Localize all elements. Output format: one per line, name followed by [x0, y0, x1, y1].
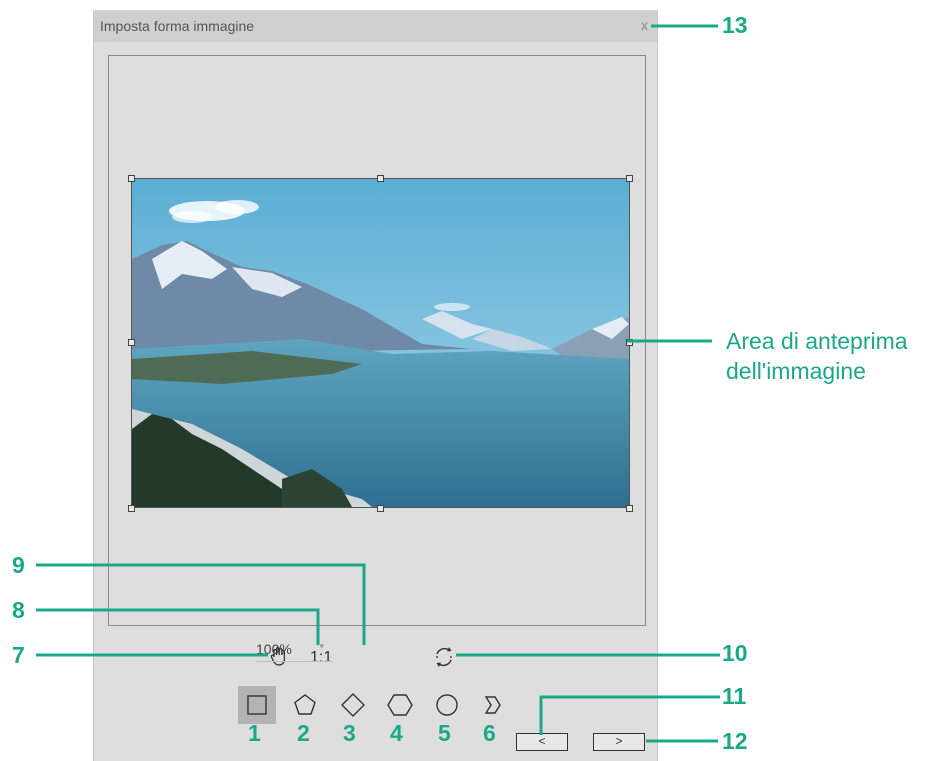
- callout-number-6: 6: [483, 720, 496, 746]
- shape-pentagon-button[interactable]: [286, 686, 324, 724]
- resize-handle-right[interactable]: [626, 339, 633, 346]
- callout-preview-area-line1: Area di anteprima: [726, 328, 908, 354]
- callout-preview-area-line2: dell'immagine: [726, 358, 866, 384]
- zoom-select[interactable]: 100% ▾: [256, 639, 332, 662]
- resize-handle-bottom-right[interactable]: [626, 505, 633, 512]
- shape-diamond-button[interactable]: [334, 686, 372, 724]
- hexagon-shape-icon: [387, 694, 413, 716]
- next-button[interactable]: >: [593, 733, 645, 751]
- diamond-shape-icon: [341, 693, 365, 717]
- resize-handle-top-right[interactable]: [626, 175, 633, 182]
- image-preview-area: [108, 55, 646, 626]
- chevron-shape-icon: [484, 696, 501, 714]
- callout-number-4: 4: [390, 720, 403, 746]
- dialog-title: Imposta forma immagine: [100, 18, 255, 34]
- dialog-titlebar[interactable]: Imposta forma immagine x: [94, 10, 657, 42]
- zoom-dropdown-icon: ▾: [319, 641, 324, 651]
- resize-handle-left[interactable]: [128, 339, 135, 346]
- preview-image[interactable]: [131, 178, 630, 508]
- resize-handle-top[interactable]: [377, 175, 384, 182]
- resize-handle-bottom-left[interactable]: [128, 505, 135, 512]
- resize-handle-bottom[interactable]: [377, 505, 384, 512]
- callout-number-8: 8: [12, 597, 25, 623]
- shape-hexagon-button[interactable]: [381, 686, 419, 724]
- callout-number-2: 2: [297, 720, 310, 746]
- landscape-image: [132, 179, 629, 507]
- image-shape-dialog: Imposta forma immagine x: [93, 10, 658, 761]
- rectangle-shape-icon: [247, 695, 267, 715]
- circle-shape-icon: [436, 694, 458, 716]
- callout-number-12: 12: [722, 728, 748, 754]
- callout-number-7: 7: [12, 642, 25, 668]
- callout-number-5: 5: [438, 720, 451, 746]
- close-button[interactable]: x: [641, 17, 648, 33]
- shape-circle-button[interactable]: [428, 686, 466, 724]
- callout-number-1: 1: [248, 720, 261, 746]
- callout-number-9: 9: [12, 552, 25, 578]
- callout-number-11: 11: [722, 683, 747, 709]
- callout-preview-area-label: Area di anteprima dell'immagine: [726, 326, 908, 386]
- callout-number-10: 10: [722, 640, 748, 666]
- shape-chevron-button[interactable]: [474, 686, 512, 724]
- callout-number-13: 13: [722, 12, 748, 38]
- callout-number-3: 3: [343, 720, 356, 746]
- previous-button[interactable]: <: [516, 733, 568, 751]
- rotate-reset-icon[interactable]: [432, 645, 456, 674]
- shape-rectangle-button[interactable]: [238, 686, 276, 724]
- resize-handle-top-left[interactable]: [128, 175, 135, 182]
- zoom-value: 100%: [256, 641, 292, 657]
- pentagon-shape-icon: [294, 694, 316, 715]
